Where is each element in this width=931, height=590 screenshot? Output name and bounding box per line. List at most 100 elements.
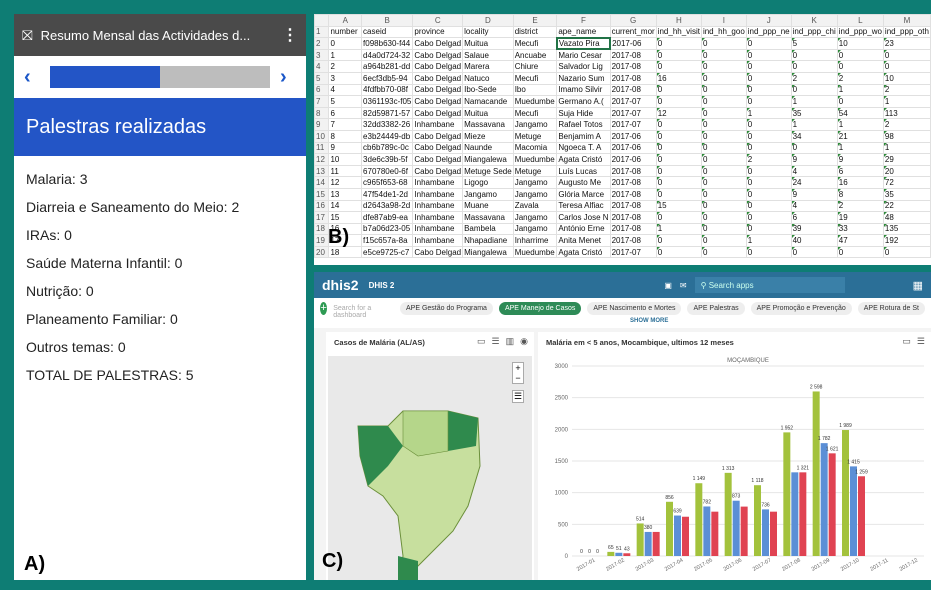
data-cell[interactable]: Anita Menet [556,234,611,247]
data-cell[interactable]: 1 [790,95,838,108]
data-cell[interactable]: 2017-07 [609,95,657,108]
chart-bar[interactable] [732,500,740,556]
data-cell[interactable]: 32dd3382-26 [361,118,414,131]
header-cell[interactable]: ind_ppp_oth [882,25,931,39]
chart-bar[interactable] [682,516,689,556]
data-cell[interactable]: a964b281-dd [361,60,414,73]
header-cell[interactable]: number [328,25,363,39]
data-cell[interactable]: 0 [655,245,702,259]
data-cell[interactable]: 0 [745,129,792,143]
chart-bar[interactable] [783,432,791,556]
mail-icon[interactable]: ✉ [680,281,687,290]
chart-bar[interactable] [711,511,719,556]
data-cell[interactable]: 0 [655,60,702,73]
data-cell[interactable]: Jangamo [512,222,558,236]
data-cell[interactable]: 24 [790,176,838,189]
row-number[interactable]: 17 [314,211,330,224]
data-cell[interactable]: Cabo Delgad [412,141,464,155]
data-cell[interactable]: Namacande [462,95,514,108]
data-cell[interactable]: 2 [836,71,884,85]
data-cell[interactable]: 6 [328,106,363,120]
data-cell[interactable]: Ibo [512,83,558,97]
data-cell[interactable]: 0 [700,60,747,73]
data-cell[interactable]: Mario Cesar [556,48,611,62]
data-cell[interactable]: 47f54de1-2d [361,187,414,201]
map-view[interactable]: + − ☰ [328,356,532,580]
data-cell[interactable]: 2017-08 [609,234,657,247]
data-cell[interactable]: Mieze [462,129,514,143]
chart-bar[interactable] [615,552,623,556]
data-cell[interactable]: 0 [882,60,931,73]
data-cell[interactable]: 0 [700,234,747,247]
header-cell[interactable]: ind_hh_visit [655,25,702,39]
chart-bar[interactable] [770,511,777,556]
data-cell[interactable]: 0 [700,141,747,155]
data-cell[interactable]: António Erne [556,222,611,236]
data-cell[interactable]: 2017-07 [609,118,657,131]
data-cell[interactable]: 0 [655,234,702,247]
data-cell[interactable]: Inhambane [412,199,464,213]
data-cell[interactable]: 2 [882,118,931,131]
data-cell[interactable]: Metuge [512,164,558,178]
data-cell[interactable]: 9 [836,153,884,166]
data-cell[interactable]: 0 [745,164,792,178]
data-cell[interactable]: 5 [328,95,363,108]
data-cell[interactable]: 48 [882,211,931,224]
data-cell[interactable]: Massavana [462,118,514,131]
data-cell[interactable]: Inhambane [412,118,464,131]
row-number[interactable]: 6 [314,83,330,97]
data-cell[interactable]: 1 [790,118,838,131]
data-cell[interactable]: 0 [790,83,838,97]
dashboard-chip[interactable]: APE Promoção e Prevenção [750,302,852,315]
row-number[interactable]: 5 [314,71,330,85]
data-cell[interactable]: Cabo Delgad [412,71,464,85]
data-cell[interactable]: 0 [655,83,702,97]
data-cell[interactable]: 6 [836,164,884,178]
data-cell[interactable]: 0 [655,118,702,131]
data-cell[interactable]: 0 [700,222,747,236]
data-cell[interactable]: Nazario Sum [556,71,611,85]
data-cell[interactable]: 0 [655,164,702,178]
data-cell[interactable]: d4a0d724-32 [361,48,414,62]
chart-bar[interactable] [695,483,703,556]
data-cell[interactable]: 98 [882,129,931,143]
data-cell[interactable]: 0 [836,48,884,62]
data-cell[interactable]: Imamo Silvir [556,83,611,97]
data-cell[interactable]: 0 [700,48,747,62]
data-cell[interactable]: 0 [700,37,747,50]
data-cell[interactable]: Glória Marce [556,187,611,201]
data-cell[interactable]: 2017-08 [609,211,657,224]
data-cell[interactable]: 0 [700,199,747,213]
data-cell[interactable]: 10 [328,153,363,166]
data-cell[interactable]: Vazato Pira [555,36,612,51]
header-cell[interactable]: ape_name [556,25,611,39]
data-cell[interactable]: 3 [328,71,363,85]
data-cell[interactable]: 0 [700,83,747,97]
data-cell[interactable]: e3b24449-db [361,129,414,143]
column-letter[interactable]: K [790,14,838,27]
data-cell[interactable]: 72 [882,176,931,189]
data-cell[interactable]: 1 [882,95,931,108]
data-cell[interactable]: 1 [836,141,884,155]
data-cell[interactable]: dfe87ab9-ea [361,211,414,224]
data-cell[interactable]: 2017-08 [609,199,657,213]
header-cell[interactable]: district [512,25,558,39]
row-number[interactable]: 8 [314,106,330,120]
data-cell[interactable]: Metuge [512,129,558,143]
data-cell[interactable]: Cabo Delgad [412,37,464,50]
data-cell[interactable]: 0 [745,118,792,131]
data-cell[interactable]: 0 [745,176,792,189]
chart-bar[interactable] [740,506,748,556]
row-number[interactable]: 19 [314,234,330,247]
zoom-in-button[interactable]: + [513,363,523,373]
header-cell[interactable]: ind_ppp_chi [790,25,838,39]
data-cell[interactable]: Zavala [512,199,558,213]
data-cell[interactable]: f098b630-f44 [361,37,414,50]
data-cell[interactable]: 0 [700,211,747,224]
data-cell[interactable]: 12 [328,176,363,189]
data-cell[interactable]: 0 [882,48,931,62]
column-letter[interactable]: B [361,14,414,27]
column-letter[interactable]: D [462,14,514,27]
data-cell[interactable]: 10 [882,71,931,85]
data-cell[interactable]: Muedumbe [512,95,558,108]
